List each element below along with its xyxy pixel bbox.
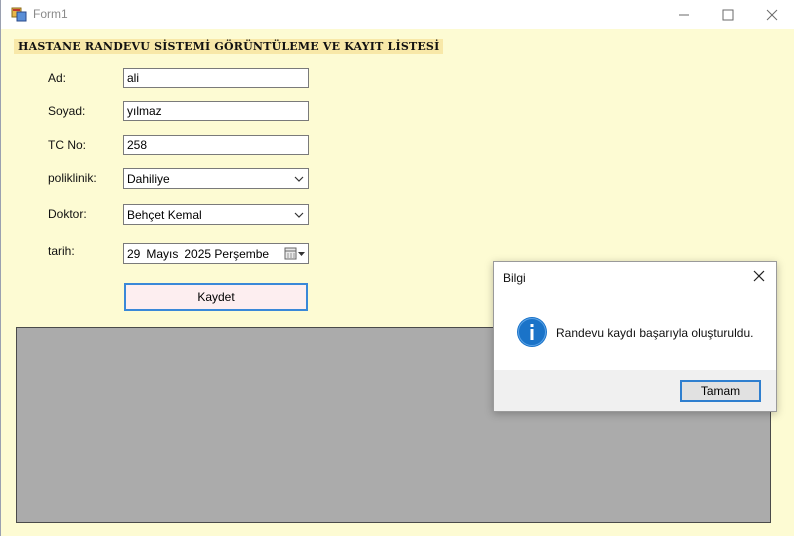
tarih-day[interactable]: 29 <box>127 247 140 261</box>
save-button[interactable]: Kaydet <box>124 283 308 311</box>
dialog-close-button[interactable] <box>742 262 776 290</box>
ad-label: Ad: <box>48 71 67 85</box>
minimize-button[interactable] <box>661 0 707 29</box>
dialog-title: Bilgi <box>503 271 526 285</box>
soyad-label: Soyad: <box>48 104 86 118</box>
maximize-button[interactable] <box>705 0 751 29</box>
tarih-year-weekday[interactable]: 2025 Perşembe <box>184 247 269 261</box>
soyad-input[interactable]: yılmaz <box>123 101 309 121</box>
form-app-icon <box>11 6 27 22</box>
close-icon <box>766 9 778 20</box>
chevron-down-icon <box>294 173 304 187</box>
chevron-down-icon <box>294 209 304 223</box>
poliklinik-selected-value: Dahiliye <box>127 172 170 186</box>
dialog-button-bar: Tamam <box>494 370 776 411</box>
minimize-icon <box>679 14 689 15</box>
close-icon <box>753 270 765 282</box>
title-bar[interactable]: Form1 <box>1 0 794 29</box>
info-message-dialog: Bilgi Randevu kaydı başarıyla oluşturuld… <box>493 261 777 412</box>
calendar-icon[interactable] <box>284 247 306 264</box>
poliklinik-label: poliklinik: <box>48 171 97 185</box>
maximize-icon <box>722 9 734 20</box>
doktor-select[interactable]: Behçet Kemal <box>123 204 309 225</box>
poliklinik-select[interactable]: Dahiliye <box>123 168 309 189</box>
dialog-message: Randevu kaydı başarıyla oluşturuldu. <box>556 326 754 340</box>
tarih-label: tarih: <box>48 244 75 258</box>
ad-input[interactable]: ali <box>123 68 309 88</box>
ok-button[interactable]: Tamam <box>680 380 761 402</box>
doktor-selected-value: Behçet Kemal <box>127 208 202 222</box>
close-button[interactable] <box>749 0 794 29</box>
form-heading: HASTANE RANDEVU SİSTEMİ GÖRÜNTÜLEME VE K… <box>14 39 444 54</box>
cut-off-status-text <box>16 530 216 536</box>
tarih-month[interactable]: Mayıs <box>146 247 178 261</box>
tarih-date-picker[interactable]: 29 Mayıs 2025 Perşembe <box>123 243 309 264</box>
doktor-label: Doktor: <box>48 207 87 221</box>
window-title: Form1 <box>33 7 68 21</box>
info-icon <box>516 316 548 348</box>
main-window: Form1 HASTANE RANDEVU SİSTEMİ GÖRÜNTÜLEM… <box>0 0 794 536</box>
tc-input[interactable]: 258 <box>123 135 309 155</box>
tc-label: TC No: <box>48 138 87 152</box>
